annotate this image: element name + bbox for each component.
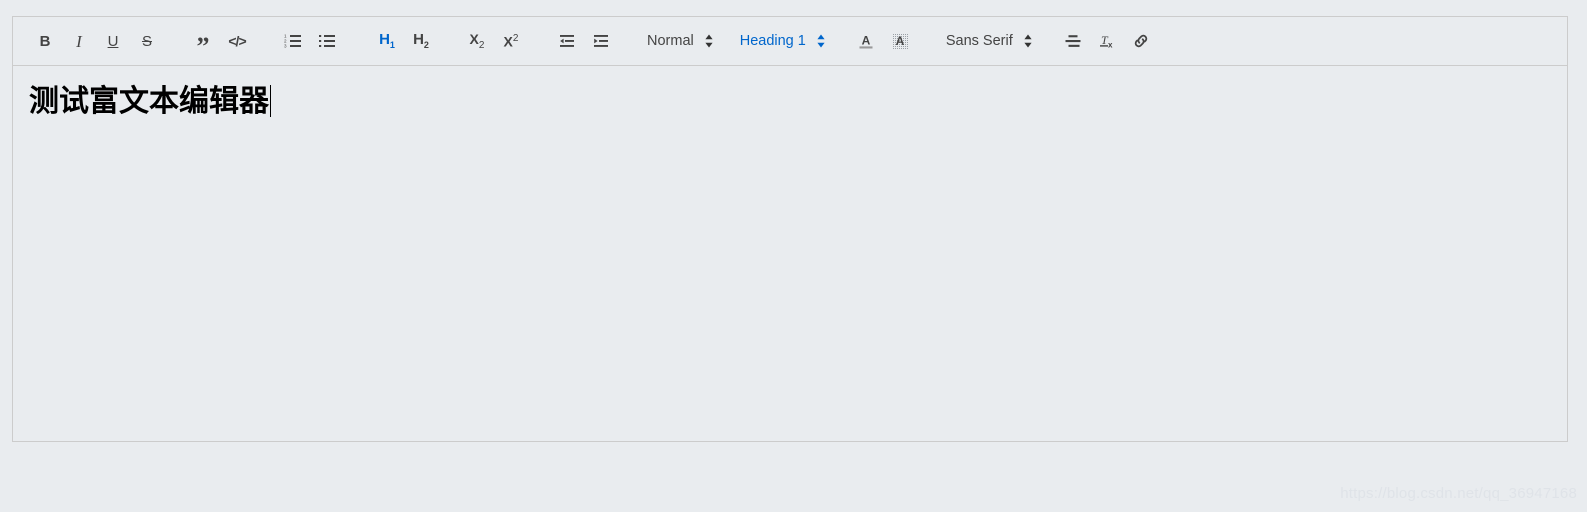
editor-content-area[interactable]: 测试富文本编辑器 — [13, 66, 1567, 441]
strikethrough-icon: S — [141, 32, 152, 50]
heading-level-value: Heading 1 — [739, 33, 806, 49]
ordered-list-button[interactable]: 1 2 3 — [279, 27, 307, 55]
align-button[interactable] — [1059, 27, 1087, 55]
heading-1-icon: H1 — [379, 31, 395, 50]
bold-button[interactable]: B — [31, 27, 59, 55]
bold-icon: B — [39, 32, 51, 50]
underline-icon: U — [107, 32, 119, 50]
background-color-button[interactable]: A — [886, 27, 914, 55]
font-color-icon: A — [859, 34, 873, 49]
text-cursor — [270, 85, 271, 117]
toolbar-group-headings: H1 H2 — [373, 27, 441, 55]
superscript-icon: X2 — [503, 32, 519, 50]
align-left-icon — [1065, 35, 1081, 47]
clear-format-button[interactable]: T x — [1093, 27, 1121, 55]
chevron-updown-icon — [704, 33, 714, 49]
outdent-icon — [560, 35, 574, 47]
toolbar-group-script: X2 X2 — [463, 27, 531, 55]
document-heading[interactable]: 测试富文本编辑器 — [29, 84, 269, 120]
code-block-button[interactable]: </> — [223, 27, 251, 55]
subscript-icon: X2 — [469, 31, 485, 51]
toolbar-group-colors: A A — [852, 27, 920, 55]
indent-icon — [594, 35, 608, 47]
heading-2-icon: H2 — [413, 31, 429, 50]
font-family-select[interactable]: Sans Serif — [946, 27, 1033, 55]
font-family-value: Sans Serif — [945, 33, 1013, 49]
link-button[interactable] — [1127, 27, 1155, 55]
heading-level-select[interactable]: Heading 1 — [740, 27, 826, 55]
toolbar-group-lists: 1 2 3 — [279, 27, 347, 55]
chevron-updown-icon-heading — [816, 33, 826, 49]
ordered-list-icon: 1 2 3 — [284, 34, 301, 49]
underline-button[interactable]: U — [99, 27, 127, 55]
clear-format-icon: T x — [1099, 33, 1113, 49]
toolbar-group-indent — [553, 27, 621, 55]
toolbar-group-block: ” </> — [189, 27, 257, 60]
block-format-select[interactable]: Normal — [647, 27, 714, 55]
svg-text:A: A — [896, 34, 905, 48]
strikethrough-button[interactable]: S — [133, 27, 161, 55]
block-format-value: Normal — [647, 33, 694, 49]
blockquote-button[interactable]: ” — [189, 27, 217, 60]
superscript-button[interactable]: X2 — [497, 27, 525, 55]
rich-text-editor-container: B I U S ” </> 1 2 3 H1 H2 X2 X2 Normal H… — [12, 16, 1568, 442]
chevron-updown-icon-font — [1023, 33, 1033, 49]
bullet-list-button[interactable] — [313, 27, 341, 55]
link-icon — [1134, 34, 1147, 48]
heading-2-button[interactable]: H2 — [407, 27, 435, 55]
subscript-button[interactable]: X2 — [463, 27, 491, 55]
toolbar-group-misc: T x — [1059, 27, 1161, 55]
watermark: https://blog.csdn.net/qq_36947168 — [1340, 485, 1577, 502]
font-color-button[interactable]: A — [852, 27, 880, 55]
bullet-list-icon — [319, 35, 335, 47]
indent-button[interactable] — [587, 27, 615, 55]
code-icon: </> — [228, 33, 246, 49]
heading-1-button[interactable]: H1 — [373, 27, 401, 55]
svg-text:x: x — [1108, 40, 1113, 49]
editor-toolbar: B I U S ” </> 1 2 3 H1 H2 X2 X2 Normal H… — [13, 17, 1567, 66]
italic-icon: I — [76, 31, 82, 51]
background-color-icon: A — [891, 33, 908, 49]
italic-button[interactable]: I — [65, 27, 93, 55]
outdent-button[interactable] — [553, 27, 581, 55]
svg-text:3: 3 — [284, 44, 287, 49]
toolbar-group-text-style: B I U S — [31, 27, 167, 55]
svg-text:A: A — [862, 34, 871, 48]
